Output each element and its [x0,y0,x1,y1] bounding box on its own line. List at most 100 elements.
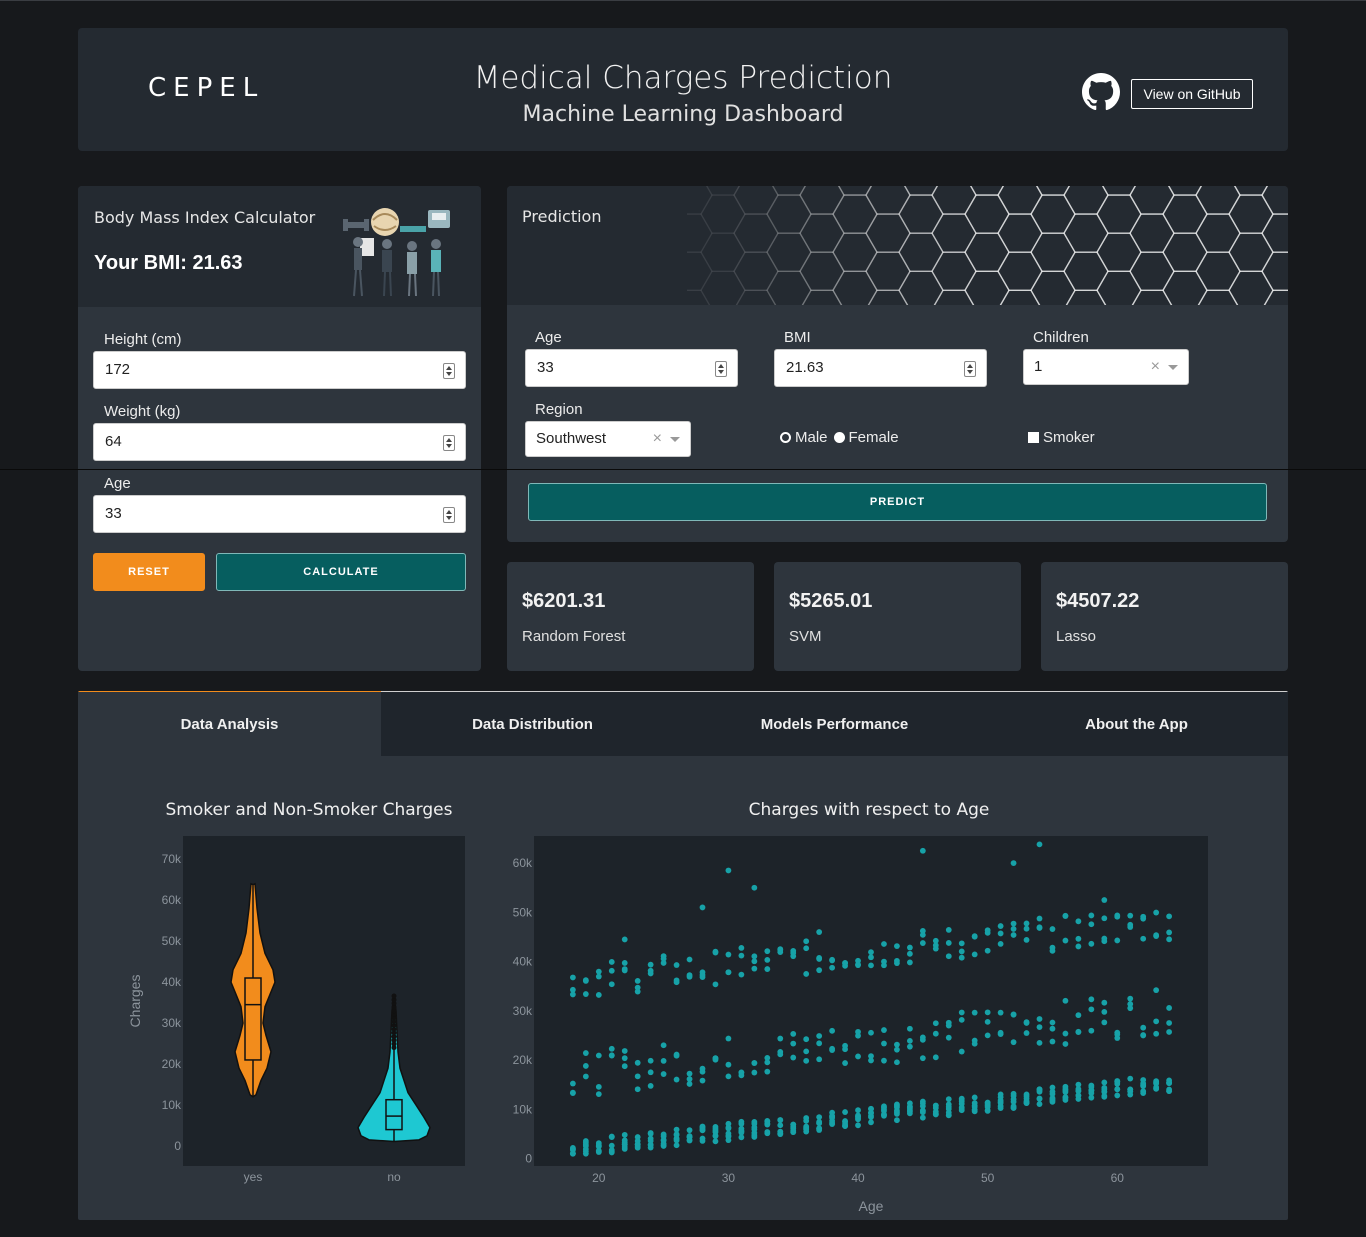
violin-chart[interactable]: 0 10k 20k 30k 40k 50k 60k 70k Charges yes no [118,831,478,1191]
tab-about-the-app[interactable]: About the App [985,691,1288,756]
x-tick-label: yes [244,1170,263,1184]
top-border [0,0,1366,1]
scatter-point [1010,1039,1017,1046]
scatter-point [582,1150,589,1157]
chevron-down-icon[interactable] [1168,365,1178,370]
hexagon-cell [1261,251,1288,292]
x-tick-label: 20 [592,1171,606,1185]
scatter-point [634,1086,641,1093]
scatter-point [725,1120,732,1127]
hexagon-cell [898,270,944,305]
clear-icon[interactable]: × [653,422,662,456]
scatter-point [829,1045,836,1052]
scatter-point [699,1077,706,1084]
pred-bmi-spinner[interactable] [964,361,976,377]
pred-age-value: 33 [537,359,554,376]
scatter-point [673,1135,680,1142]
weight-input[interactable]: 64 [93,423,466,461]
scatter-point [1166,913,1173,920]
y-axis-label: Charges [127,975,143,1028]
scatter-point [945,1101,952,1108]
scatter-point [842,1060,848,1066]
y-tick-label: 0 [174,1139,181,1153]
hexagon-cell [733,186,779,215]
scatter-point [1023,1030,1030,1036]
male-radio[interactable] [780,432,791,443]
age-spinner[interactable] [443,507,455,523]
calculate-button[interactable]: CALCULATE [216,553,466,591]
scatter-point [803,1057,810,1064]
male-radio-label[interactable]: Male [795,429,828,446]
scatter-chart[interactable]: 0 10k 20k 30k 40k 50k 60k 20 30 40 50 60 Age [498,831,1218,1216]
scatter-point [569,1080,576,1087]
scatter-point [906,1025,913,1032]
scatter-point [906,959,913,966]
scatter-point [958,948,965,955]
pred-age-spinner[interactable] [715,361,727,377]
scatter-point [582,1063,589,1069]
scatter-point [751,958,758,965]
scatter-point [971,1094,978,1101]
female-radio-label[interactable]: Female [849,429,899,446]
tab-data-distribution[interactable]: Data Distribution [381,691,684,756]
scatter-point [971,951,978,958]
hexagon-cell [832,270,878,305]
hexagon-cell [931,213,977,253]
region-label: Region [535,401,583,418]
x-tick-label: 30 [722,1171,736,1185]
age-label: Age [104,475,131,492]
scatter-point [1127,921,1134,928]
scatter-point [608,981,615,988]
scatter-point [945,1034,952,1041]
x-tick-label: 60 [1111,1171,1125,1185]
height-input[interactable]: 172 [93,351,466,389]
scatter-point [881,1106,887,1113]
scatter-point [790,1054,797,1061]
github-icon[interactable] [1082,73,1120,111]
scatter-point [751,965,758,972]
hexagon-cell [766,232,812,273]
chevron-down-icon[interactable] [670,437,680,442]
height-spinner[interactable] [443,363,455,379]
hexagon-cell [735,289,777,305]
tab-data-analysis[interactable]: Data Analysis [78,691,381,756]
scatter-point [621,1063,628,1070]
predict-button[interactable]: PREDICT [528,483,1267,521]
scatter-point [1153,1085,1160,1092]
scatter-point [958,1104,965,1111]
hexagon-cell [865,186,911,215]
scatter-point [634,1073,641,1080]
female-radio[interactable] [833,432,845,443]
scatter-point [829,1121,836,1127]
y-tick-label: 70k [162,852,182,866]
pred-bmi-input[interactable]: 21.63 [774,349,987,387]
reset-button[interactable]: RESET [93,553,205,591]
y-tick-label: 50k [162,934,182,948]
scatter-point [1166,1077,1173,1084]
bmi-age-input[interactable]: 33 [93,495,466,533]
smoker-checkbox[interactable] [1028,432,1039,443]
prediction-card: Prediction Age 33 BMI 21.63 Children 1 ×… [507,186,1288,542]
scatter-point [1036,1095,1043,1102]
scatter-point [777,1048,784,1055]
scatter-point [595,968,602,975]
scatter-point [1049,1019,1056,1026]
scatter-point [1075,1081,1082,1088]
scatter-point [660,1136,667,1143]
smoker-checkbox-label[interactable]: Smoker [1043,429,1095,446]
scatter-point [1101,1019,1108,1026]
tab-models-performance[interactable]: Models Performance [683,691,986,756]
scatter-point [673,1076,680,1083]
pred-age-input[interactable]: 33 [525,349,738,387]
region-dropdown[interactable]: Southwest × [525,421,691,457]
scatter-point [725,1035,732,1042]
view-on-github-button[interactable]: View on GitHub [1131,79,1253,109]
hexagon-cell [1063,213,1109,253]
children-dropdown[interactable]: 1 × [1023,349,1189,385]
scatter-point [777,1122,784,1129]
weight-spinner[interactable] [443,435,455,451]
hexagon-cell [700,232,746,273]
scatter-point [725,1137,732,1144]
hexagon-cell [1261,213,1288,253]
clear-icon[interactable]: × [1151,350,1160,384]
